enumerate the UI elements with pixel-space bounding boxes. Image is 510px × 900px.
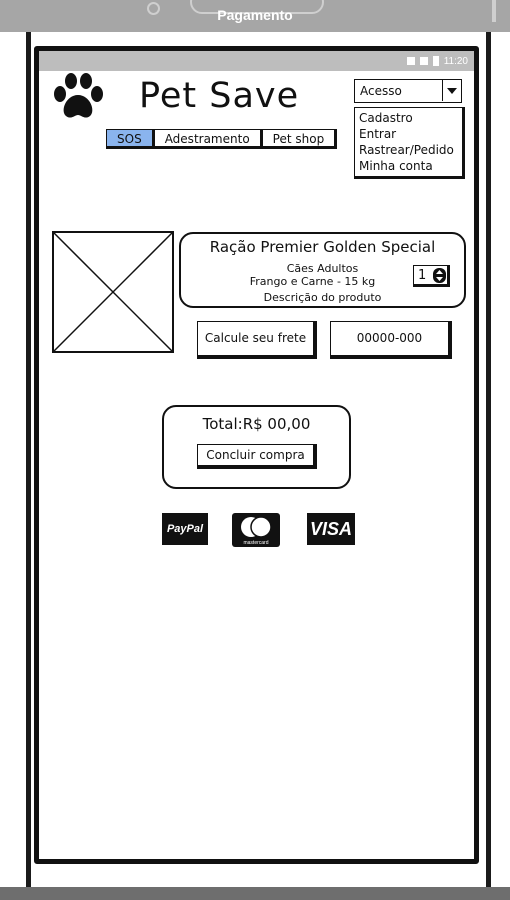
visa-label: VISA bbox=[309, 519, 352, 539]
product-name: Ração Premier Golden Special bbox=[209, 238, 436, 256]
cep-input[interactable]: 00000-000 bbox=[330, 321, 452, 359]
image-placeholder-icon bbox=[53, 232, 173, 352]
stepper-arrows-icon[interactable] bbox=[433, 268, 446, 283]
product-description: Descrição do produto bbox=[263, 291, 382, 304]
access-select-value: Acesso bbox=[360, 84, 402, 98]
paypal-label: PayPal bbox=[166, 523, 204, 535]
tab-sos[interactable]: SOS bbox=[106, 129, 155, 149]
status-bar: 11:20 bbox=[39, 51, 474, 71]
mastercard-icon: mastercard bbox=[232, 513, 280, 547]
access-option-entrar[interactable]: Entrar bbox=[359, 126, 458, 142]
total-amount: Total:R$ 00,00 bbox=[202, 415, 311, 433]
battery-icon bbox=[432, 56, 439, 66]
status-time: 11:20 bbox=[443, 55, 468, 67]
signal-icon bbox=[419, 57, 428, 65]
total-card: Total:R$ 00,00 Concluir compra bbox=[162, 405, 351, 489]
window-title: Pagamento bbox=[217, 7, 293, 23]
bottom-bar bbox=[0, 887, 510, 900]
checkout-button[interactable]: Concluir compra bbox=[197, 444, 317, 469]
paypal-icon: PayPal bbox=[162, 513, 208, 545]
mastercard-label: mastercard bbox=[243, 540, 268, 546]
wifi-icon bbox=[406, 57, 415, 65]
chevron-down-icon[interactable] bbox=[442, 80, 461, 101]
window-title-bar: Pagamento bbox=[0, 0, 510, 32]
phone-screen: 11:20 Pet Save Acesso Cadastro Entrar Ra… bbox=[34, 46, 479, 864]
visa-icon: VISA bbox=[307, 513, 355, 545]
device-edge-left bbox=[26, 32, 31, 887]
tab-adestramento[interactable]: Adestramento bbox=[153, 129, 263, 149]
access-option-rastrear[interactable]: Rastrear/Pedido bbox=[359, 142, 458, 158]
quantity-stepper[interactable]: 1 bbox=[413, 265, 450, 287]
nav-tabs: SOS Adestramento Pet shop bbox=[106, 129, 338, 149]
quantity-value: 1 bbox=[418, 268, 427, 283]
access-options-list: Cadastro Entrar Rastrear/Pedido Minha co… bbox=[354, 107, 465, 179]
product-image bbox=[52, 231, 174, 353]
tab-pet-shop[interactable]: Pet shop bbox=[261, 129, 338, 149]
access-select[interactable]: Acesso bbox=[354, 79, 462, 103]
brand-title: Pet Save bbox=[139, 76, 300, 116]
access-option-cadastro[interactable]: Cadastro bbox=[359, 110, 458, 126]
access-option-minha-conta[interactable]: Minha conta bbox=[359, 158, 458, 174]
paw-icon bbox=[54, 73, 103, 118]
calculate-shipping-button[interactable]: Calcule seu frete bbox=[197, 321, 317, 359]
device-edge-right bbox=[486, 32, 491, 887]
